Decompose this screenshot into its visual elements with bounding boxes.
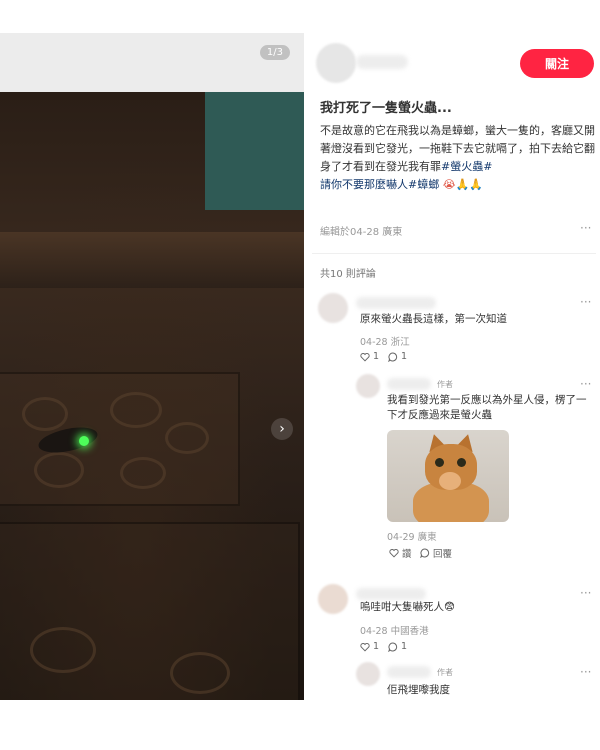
reply-author[interactable] [387, 666, 431, 678]
comment-count: 共10 則評論 [320, 269, 376, 280]
like-count: 1 [373, 641, 380, 652]
media-panel: 1/3 › [0, 33, 304, 700]
author-badge: 作者 [437, 380, 453, 389]
carving [170, 652, 230, 694]
reply-meta: 04-29 廣東 [387, 532, 437, 543]
chevron-right-icon: › [279, 421, 285, 437]
like-button[interactable]: 1 [360, 641, 379, 652]
reply-avatar[interactable] [356, 374, 380, 398]
reply-more-button[interactable]: ··· [580, 665, 591, 679]
like-button[interactable]: 1 [360, 351, 379, 362]
heart-icon [360, 642, 370, 652]
reply-reply-button[interactable]: 回覆 [420, 546, 452, 560]
reply-text: 我看到發光第一反應以為外星人侵，楞了一下才反應過來是螢火蟲 [387, 394, 587, 421]
photo-wall [205, 92, 304, 210]
reply-count: 1 [401, 641, 408, 652]
carving [120, 457, 166, 489]
reply-more-button[interactable]: ··· [580, 377, 591, 391]
comment-author[interactable] [356, 297, 436, 309]
post-emojis: 😭🙏🙏 [442, 178, 483, 191]
reply-button[interactable]: 1 [388, 641, 407, 652]
reply-avatar[interactable] [356, 662, 380, 686]
firefly-glow [79, 436, 89, 446]
comment-icon [388, 351, 398, 362]
image-counter: 1/3 [259, 45, 290, 60]
like-count: 1 [373, 351, 380, 362]
carving [22, 397, 68, 431]
comment-more-button[interactable]: ··· [580, 586, 591, 600]
reply-author[interactable] [387, 378, 431, 390]
comment-icon [388, 641, 398, 652]
reply-button[interactable]: 1 [388, 351, 407, 362]
author-badge: 作者 [437, 668, 453, 677]
follow-button[interactable]: 關注 [520, 49, 594, 78]
reply-count: 1 [401, 351, 408, 362]
author-name[interactable] [356, 55, 408, 69]
post-meta: 編輯於04-28 廣東 [320, 227, 403, 238]
divider [312, 253, 596, 254]
post-photo[interactable] [0, 92, 304, 700]
author-avatar[interactable] [316, 43, 356, 83]
comment-icon [420, 548, 430, 558]
comment-avatar[interactable] [318, 293, 348, 323]
post-more-button[interactable]: ··· [580, 221, 591, 235]
cat-eye [457, 458, 466, 467]
carved-panel-lower [0, 522, 300, 700]
heart-icon [360, 352, 370, 362]
heart-icon [389, 548, 399, 558]
comment-author[interactable] [356, 588, 426, 600]
comment-avatar[interactable] [318, 584, 348, 614]
carving [110, 392, 162, 428]
comment-more-button[interactable]: ··· [580, 295, 591, 309]
cat-eye [435, 458, 444, 467]
next-image-button[interactable]: › [271, 418, 293, 440]
post-body: 不是故意的它在飛我以為是蟑螂，蠻大一隻的，客廳又開著燈沒看到它發光，一拖鞋下去它… [320, 122, 596, 194]
reply-like-button[interactable]: 讚 [389, 546, 412, 560]
post-title: 我打死了一隻螢火蟲... [320, 101, 452, 116]
comment-text: 嗚哇咁大隻嚇死人😨 [360, 601, 455, 613]
carving [34, 452, 84, 488]
comment-meta: 04-28 中國香港 [360, 626, 429, 637]
like-label: 讚 [402, 549, 412, 560]
reply-label: 回覆 [433, 549, 453, 560]
comment-meta: 04-28 浙江 [360, 337, 410, 348]
comment-text: 原來螢火蟲長這樣，第一次知道 [360, 313, 507, 325]
photo-ledge [0, 232, 304, 288]
carving [30, 627, 96, 673]
cat-paw [439, 472, 461, 490]
hashtag[interactable]: #螢火蟲# [441, 160, 492, 173]
hashtag[interactable]: 請你不要那麼嚇人#蟑螂 [320, 178, 439, 191]
reply-text: 佢飛埋嚟我度 [387, 684, 450, 696]
reply-sticker-image[interactable] [387, 430, 509, 522]
carving [165, 422, 209, 454]
